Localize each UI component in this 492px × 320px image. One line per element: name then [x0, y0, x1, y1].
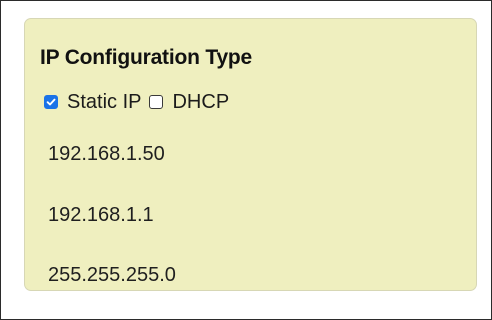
subnet-mask-value: 255.255.255.0 [48, 264, 176, 286]
config-type-options: Static IP DHCP [44, 91, 229, 113]
checkmark-icon [46, 98, 56, 106]
ip-config-panel: IP Configuration Type Static IP DHCP 192… [24, 18, 477, 291]
dhcp-checkbox[interactable] [149, 95, 164, 109]
dhcp-label[interactable]: DHCP [172, 91, 229, 114]
ip-address-value: 192.168.1.50 [48, 143, 165, 165]
static-ip-checkbox[interactable] [44, 95, 58, 109]
ip-config-title: IP Configuration Type [40, 46, 253, 69]
static-ip-label[interactable]: Static IP [67, 91, 141, 114]
gateway-value: 192.168.1.1 [48, 204, 154, 226]
window-frame: IP Configuration Type Static IP DHCP 192… [0, 0, 492, 320]
